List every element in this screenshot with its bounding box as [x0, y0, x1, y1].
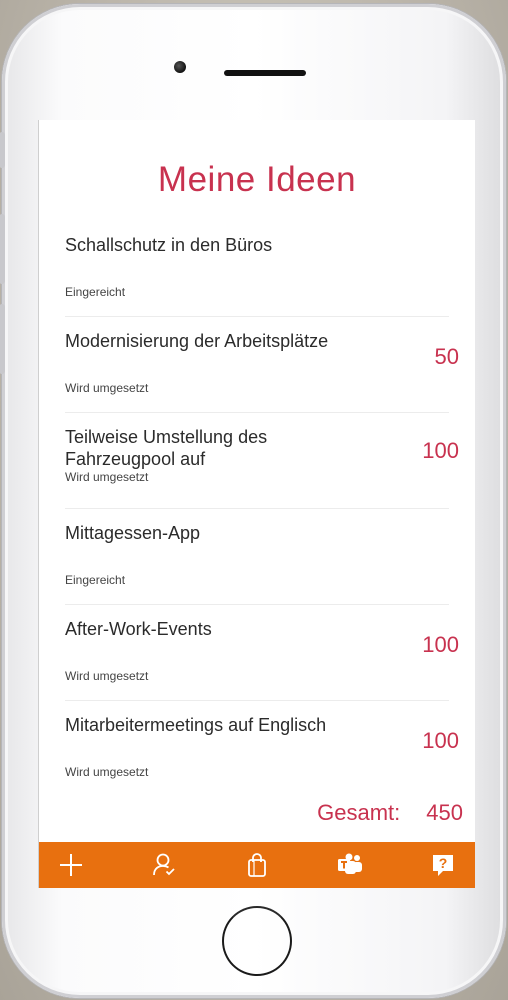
- idea-item[interactable]: Mittagessen-App Eingereicht: [65, 508, 449, 605]
- idea-item[interactable]: Mitarbeitermeetings auf Englisch Wird um…: [65, 700, 459, 780]
- idea-status: Eingereicht: [65, 573, 126, 587]
- shopping-bag-icon: [248, 853, 266, 877]
- idea-name: Mitarbeitermeetings auf Englisch: [65, 715, 327, 735]
- help-button[interactable]: ?: [421, 843, 465, 887]
- volume-up-button: [0, 214, 5, 284]
- total-label: Gesamt:: [317, 800, 401, 825]
- idea-item[interactable]: Teilweise Umstellung des Fahrzeugpool au…: [65, 412, 459, 509]
- teams-button[interactable]: [328, 843, 372, 887]
- plus-icon: [60, 854, 82, 876]
- help-icon: ?: [433, 855, 453, 876]
- add-idea-button[interactable]: [49, 843, 93, 887]
- app-screen: Meine Ideen Schallschutz in den Büros Ei…: [38, 120, 475, 888]
- idea-name: Schallschutz in den Büros: [65, 235, 273, 255]
- idea-item[interactable]: Schallschutz in den Büros Eingereicht: [65, 220, 449, 317]
- shop-button[interactable]: [235, 843, 279, 887]
- idea-status: Eingereicht: [65, 285, 126, 299]
- idea-points: 100: [422, 632, 459, 657]
- help-glyph: ?: [439, 855, 448, 871]
- idea-name: Modernisierung der Arbeitsplätze: [65, 331, 329, 351]
- idea-points: 50: [434, 344, 459, 369]
- idea-name: After-Work-Events: [65, 619, 212, 639]
- page-title: Meine Ideen: [157, 160, 357, 199]
- total-summary: Gesamt: 450: [317, 800, 463, 826]
- earpiece-speaker: [224, 70, 306, 76]
- teams-icon: [338, 853, 362, 874]
- ideas-list[interactable]: Schallschutz in den Büros Eingereicht Mo…: [39, 220, 469, 780]
- total-value: 450: [426, 800, 463, 825]
- idea-status: Wird umgesetzt: [65, 470, 149, 484]
- idea-name: Mittagessen-App: [65, 523, 201, 543]
- mute-switch: [0, 132, 5, 168]
- user-icon: [153, 853, 175, 876]
- profile-button[interactable]: [142, 843, 186, 887]
- volume-down-button: [0, 304, 5, 374]
- idea-status: Wird umgesetzt: [65, 381, 149, 395]
- bottom-toolbar: ?: [39, 842, 475, 888]
- idea-item[interactable]: Modernisierung der Arbeitsplätze Wird um…: [65, 316, 459, 413]
- idea-status: Wird umgesetzt: [65, 765, 149, 779]
- idea-name: Teilweise Umstellung des Fahrzeugpool au…: [65, 427, 268, 469]
- idea-item[interactable]: After-Work-Events Wird umgesetzt 100: [65, 604, 459, 701]
- home-button[interactable]: [222, 906, 292, 976]
- front-camera: [174, 61, 186, 73]
- idea-status: Wird umgesetzt: [65, 669, 149, 683]
- idea-points: 100: [422, 728, 459, 753]
- idea-points: 100: [422, 438, 459, 463]
